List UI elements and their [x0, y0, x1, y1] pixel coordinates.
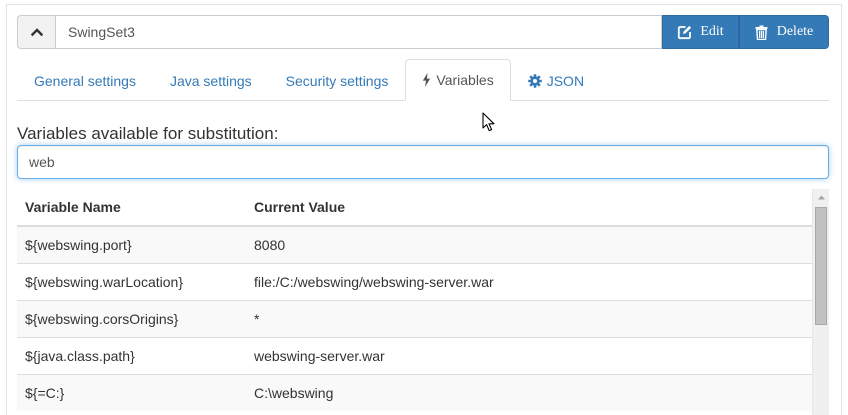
app-name-field: SwingSet3 — [55, 15, 662, 49]
gear-icon — [527, 74, 542, 88]
settings-tabs: General settings Java settings Security … — [17, 59, 829, 101]
table-row: ${=C:} C:\webswing — [17, 373, 812, 411]
edit-button[interactable]: Edit — [662, 15, 739, 49]
tab-label: Java settings — [169, 73, 252, 89]
variable-name-cell: ${=C:} — [17, 373, 246, 411]
tab-java-settings[interactable]: Java settings — [153, 60, 269, 101]
tab-label: Security settings — [285, 73, 389, 89]
variable-value-cell: * — [246, 299, 812, 337]
variable-name-cell: ${webswing.port} — [17, 225, 246, 263]
variable-value-cell: file:/C:/webswing/webswing-server.war — [246, 262, 812, 300]
variables-filter-input[interactable] — [17, 145, 829, 179]
table-row: ${java.class.path} webswing-server.war — [17, 336, 812, 374]
mouse-cursor-icon — [482, 112, 495, 132]
delete-button[interactable]: Delete — [739, 15, 829, 49]
delete-button-label: Delete — [776, 24, 814, 39]
collapse-button[interactable] — [17, 15, 55, 49]
variable-value-cell: C:\webswing — [246, 373, 812, 411]
variable-name-cell: ${webswing.warLocation} — [17, 262, 246, 300]
app-name: SwingSet3 — [68, 24, 135, 40]
tab-security-settings[interactable]: Security settings — [269, 60, 406, 101]
scroll-thumb[interactable] — [815, 207, 827, 325]
triangle-up-icon — [818, 195, 825, 200]
tab-json[interactable]: JSON — [511, 60, 601, 101]
chevron-up-icon — [30, 28, 43, 37]
table-header-row: Variable Name Current Value — [17, 189, 812, 227]
table-row: ${webswing.corsOrigins} * — [17, 299, 812, 337]
variables-section-label: Variables available for substitution: — [17, 124, 279, 143]
variable-name-cell: ${webswing.corsOrigins} — [17, 299, 246, 337]
bolt-icon — [423, 73, 431, 87]
tab-variables[interactable]: Variables — [405, 59, 511, 101]
variable-name-cell: ${java.class.path} — [17, 336, 246, 374]
variables-table: Variable Name Current Value ${webswing.p… — [17, 189, 812, 411]
tab-label: JSON — [546, 73, 585, 89]
variables-table-container: Variable Name Current Value ${webswing.p… — [17, 189, 829, 415]
tab-label: General settings — [34, 73, 136, 89]
table-row: ${webswing.port} 8080 — [17, 225, 812, 263]
edit-button-label: Edit — [700, 24, 724, 39]
variable-value-cell: webswing-server.war — [246, 336, 812, 374]
trash-icon — [755, 25, 768, 40]
variable-value-cell: 8080 — [246, 225, 812, 263]
scroll-up-arrow[interactable] — [813, 189, 830, 206]
table-row: ${webswing.warLocation} file:/C:/webswin… — [17, 262, 812, 300]
table-scrollbar[interactable] — [812, 189, 829, 415]
edit-icon — [678, 25, 692, 39]
column-header-current-value: Current Value — [246, 189, 812, 227]
tab-label: Variables — [436, 72, 494, 88]
column-header-variable-name: Variable Name — [17, 189, 246, 227]
tab-general-settings[interactable]: General settings — [17, 60, 153, 101]
app-header: SwingSet3 Edit Delete — [17, 15, 829, 49]
